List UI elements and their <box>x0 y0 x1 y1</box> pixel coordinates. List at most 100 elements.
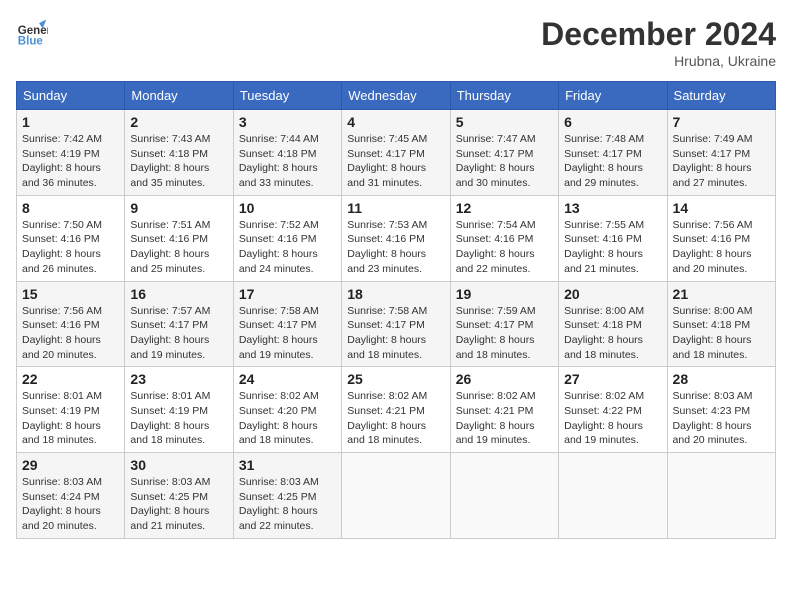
day-number: 1 <box>22 114 119 130</box>
calendar-cell <box>559 453 667 539</box>
title-block: December 2024 Hrubna, Ukraine <box>541 16 776 69</box>
calendar-cell: 18 Sunrise: 7:58 AM Sunset: 4:17 PM Dayl… <box>342 281 450 367</box>
calendar-cell: 19 Sunrise: 7:59 AM Sunset: 4:17 PM Dayl… <box>450 281 558 367</box>
weekday-header-saturday: Saturday <box>667 82 775 110</box>
day-number: 10 <box>239 200 336 216</box>
calendar-table: SundayMondayTuesdayWednesdayThursdayFrid… <box>16 81 776 539</box>
calendar-cell: 31 Sunrise: 8:03 AM Sunset: 4:25 PM Dayl… <box>233 453 341 539</box>
page-header: General Blue December 2024 Hrubna, Ukrai… <box>16 16 776 69</box>
calendar-cell <box>667 453 775 539</box>
calendar-cell: 16 Sunrise: 7:57 AM Sunset: 4:17 PM Dayl… <box>125 281 233 367</box>
day-info: Sunrise: 8:03 AM Sunset: 4:24 PM Dayligh… <box>22 475 119 534</box>
day-number: 7 <box>673 114 770 130</box>
calendar-cell: 22 Sunrise: 8:01 AM Sunset: 4:19 PM Dayl… <box>17 367 125 453</box>
day-info: Sunrise: 8:02 AM Sunset: 4:20 PM Dayligh… <box>239 389 336 448</box>
day-info: Sunrise: 7:56 AM Sunset: 4:16 PM Dayligh… <box>22 304 119 363</box>
day-info: Sunrise: 8:02 AM Sunset: 4:22 PM Dayligh… <box>564 389 661 448</box>
calendar-cell: 30 Sunrise: 8:03 AM Sunset: 4:25 PM Dayl… <box>125 453 233 539</box>
day-info: Sunrise: 7:57 AM Sunset: 4:17 PM Dayligh… <box>130 304 227 363</box>
day-number: 6 <box>564 114 661 130</box>
calendar-cell <box>342 453 450 539</box>
day-info: Sunrise: 8:03 AM Sunset: 4:25 PM Dayligh… <box>239 475 336 534</box>
day-number: 22 <box>22 371 119 387</box>
day-number: 23 <box>130 371 227 387</box>
day-info: Sunrise: 7:42 AM Sunset: 4:19 PM Dayligh… <box>22 132 119 191</box>
calendar-cell: 4 Sunrise: 7:45 AM Sunset: 4:17 PM Dayli… <box>342 110 450 196</box>
day-info: Sunrise: 7:59 AM Sunset: 4:17 PM Dayligh… <box>456 304 553 363</box>
day-number: 24 <box>239 371 336 387</box>
day-info: Sunrise: 7:53 AM Sunset: 4:16 PM Dayligh… <box>347 218 444 277</box>
day-info: Sunrise: 8:01 AM Sunset: 4:19 PM Dayligh… <box>22 389 119 448</box>
calendar-cell: 28 Sunrise: 8:03 AM Sunset: 4:23 PM Dayl… <box>667 367 775 453</box>
weekday-header-friday: Friday <box>559 82 667 110</box>
month-title: December 2024 <box>541 16 776 53</box>
logo: General Blue <box>16 16 48 48</box>
calendar-cell: 5 Sunrise: 7:47 AM Sunset: 4:17 PM Dayli… <box>450 110 558 196</box>
calendar-cell: 10 Sunrise: 7:52 AM Sunset: 4:16 PM Dayl… <box>233 195 341 281</box>
day-info: Sunrise: 8:03 AM Sunset: 4:23 PM Dayligh… <box>673 389 770 448</box>
weekday-header-sunday: Sunday <box>17 82 125 110</box>
day-info: Sunrise: 8:00 AM Sunset: 4:18 PM Dayligh… <box>564 304 661 363</box>
day-info: Sunrise: 7:50 AM Sunset: 4:16 PM Dayligh… <box>22 218 119 277</box>
weekday-header-row: SundayMondayTuesdayWednesdayThursdayFrid… <box>17 82 776 110</box>
day-number: 5 <box>456 114 553 130</box>
week-row-3: 15 Sunrise: 7:56 AM Sunset: 4:16 PM Dayl… <box>17 281 776 367</box>
day-info: Sunrise: 7:56 AM Sunset: 4:16 PM Dayligh… <box>673 218 770 277</box>
day-number: 20 <box>564 286 661 302</box>
calendar-cell: 13 Sunrise: 7:55 AM Sunset: 4:16 PM Dayl… <box>559 195 667 281</box>
week-row-1: 1 Sunrise: 7:42 AM Sunset: 4:19 PM Dayli… <box>17 110 776 196</box>
day-number: 14 <box>673 200 770 216</box>
day-info: Sunrise: 7:55 AM Sunset: 4:16 PM Dayligh… <box>564 218 661 277</box>
day-number: 25 <box>347 371 444 387</box>
day-number: 28 <box>673 371 770 387</box>
day-info: Sunrise: 8:00 AM Sunset: 4:18 PM Dayligh… <box>673 304 770 363</box>
calendar-cell: 26 Sunrise: 8:02 AM Sunset: 4:21 PM Dayl… <box>450 367 558 453</box>
day-info: Sunrise: 7:52 AM Sunset: 4:16 PM Dayligh… <box>239 218 336 277</box>
day-number: 21 <box>673 286 770 302</box>
day-info: Sunrise: 7:58 AM Sunset: 4:17 PM Dayligh… <box>239 304 336 363</box>
calendar-cell: 20 Sunrise: 8:00 AM Sunset: 4:18 PM Dayl… <box>559 281 667 367</box>
day-number: 11 <box>347 200 444 216</box>
calendar-cell: 11 Sunrise: 7:53 AM Sunset: 4:16 PM Dayl… <box>342 195 450 281</box>
day-number: 30 <box>130 457 227 473</box>
weekday-header-thursday: Thursday <box>450 82 558 110</box>
day-info: Sunrise: 7:49 AM Sunset: 4:17 PM Dayligh… <box>673 132 770 191</box>
day-number: 17 <box>239 286 336 302</box>
logo-icon: General Blue <box>16 16 48 48</box>
calendar-cell: 29 Sunrise: 8:03 AM Sunset: 4:24 PM Dayl… <box>17 453 125 539</box>
day-info: Sunrise: 7:44 AM Sunset: 4:18 PM Dayligh… <box>239 132 336 191</box>
day-info: Sunrise: 7:43 AM Sunset: 4:18 PM Dayligh… <box>130 132 227 191</box>
calendar-cell: 25 Sunrise: 8:02 AM Sunset: 4:21 PM Dayl… <box>342 367 450 453</box>
day-info: Sunrise: 7:58 AM Sunset: 4:17 PM Dayligh… <box>347 304 444 363</box>
calendar-cell: 1 Sunrise: 7:42 AM Sunset: 4:19 PM Dayli… <box>17 110 125 196</box>
day-number: 12 <box>456 200 553 216</box>
day-number: 31 <box>239 457 336 473</box>
calendar-cell: 23 Sunrise: 8:01 AM Sunset: 4:19 PM Dayl… <box>125 367 233 453</box>
calendar-cell: 12 Sunrise: 7:54 AM Sunset: 4:16 PM Dayl… <box>450 195 558 281</box>
calendar-cell: 3 Sunrise: 7:44 AM Sunset: 4:18 PM Dayli… <box>233 110 341 196</box>
calendar-cell: 6 Sunrise: 7:48 AM Sunset: 4:17 PM Dayli… <box>559 110 667 196</box>
calendar-cell: 7 Sunrise: 7:49 AM Sunset: 4:17 PM Dayli… <box>667 110 775 196</box>
day-info: Sunrise: 8:02 AM Sunset: 4:21 PM Dayligh… <box>347 389 444 448</box>
day-number: 9 <box>130 200 227 216</box>
day-info: Sunrise: 8:01 AM Sunset: 4:19 PM Dayligh… <box>130 389 227 448</box>
day-number: 8 <box>22 200 119 216</box>
week-row-5: 29 Sunrise: 8:03 AM Sunset: 4:24 PM Dayl… <box>17 453 776 539</box>
weekday-header-wednesday: Wednesday <box>342 82 450 110</box>
calendar-cell: 9 Sunrise: 7:51 AM Sunset: 4:16 PM Dayli… <box>125 195 233 281</box>
day-info: Sunrise: 7:47 AM Sunset: 4:17 PM Dayligh… <box>456 132 553 191</box>
calendar-cell: 24 Sunrise: 8:02 AM Sunset: 4:20 PM Dayl… <box>233 367 341 453</box>
weekday-header-monday: Monday <box>125 82 233 110</box>
day-number: 26 <box>456 371 553 387</box>
day-info: Sunrise: 7:45 AM Sunset: 4:17 PM Dayligh… <box>347 132 444 191</box>
day-info: Sunrise: 7:48 AM Sunset: 4:17 PM Dayligh… <box>564 132 661 191</box>
day-number: 19 <box>456 286 553 302</box>
calendar-cell <box>450 453 558 539</box>
day-number: 4 <box>347 114 444 130</box>
day-number: 29 <box>22 457 119 473</box>
day-number: 13 <box>564 200 661 216</box>
calendar-cell: 21 Sunrise: 8:00 AM Sunset: 4:18 PM Dayl… <box>667 281 775 367</box>
day-number: 16 <box>130 286 227 302</box>
day-info: Sunrise: 8:03 AM Sunset: 4:25 PM Dayligh… <box>130 475 227 534</box>
day-number: 18 <box>347 286 444 302</box>
